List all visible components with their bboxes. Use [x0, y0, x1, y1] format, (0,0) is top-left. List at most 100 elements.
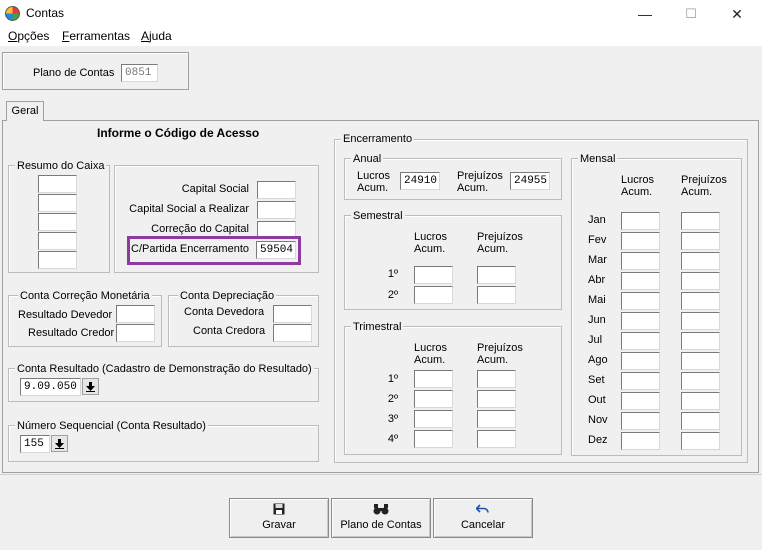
resumo-field-2[interactable] [38, 194, 77, 212]
mensal-prejuizos-label-2: Acum. [681, 186, 713, 198]
maximize-button[interactable]: ☐ [668, 0, 714, 28]
semestral-prejuizos-label-2: Acum. [477, 243, 509, 255]
trimestral-prejuizos-field-1[interactable] [477, 370, 516, 388]
anual-lucros-field[interactable]: 24910 [400, 172, 440, 190]
trimestral-prejuizos-field-2[interactable] [477, 390, 516, 408]
resultado-field[interactable]: 9.09.050 [20, 378, 81, 396]
resumo-field-1[interactable] [38, 175, 77, 193]
correcao-label: Conta Correção Monetária [18, 290, 152, 302]
resultado-devedor-field[interactable] [116, 305, 155, 323]
mensal-prejuizos-field[interactable] [681, 432, 720, 450]
conta-credora-field[interactable] [273, 324, 312, 342]
semestral-lucros-field-2[interactable] [414, 286, 453, 304]
mensal-lucros-field[interactable] [621, 212, 660, 230]
anual-prejuizos-field[interactable]: 24955 [510, 172, 550, 190]
mensal-lucros-field[interactable] [621, 332, 660, 350]
mensal-prejuizos-field[interactable] [681, 232, 720, 250]
mensal-prejuizos-field[interactable] [681, 292, 720, 310]
mensal-prejuizos-field[interactable] [681, 372, 720, 390]
capital-social-field[interactable] [257, 181, 296, 199]
trimestral-lucros-field-1[interactable] [414, 370, 453, 388]
gravar-label: Gravar [262, 519, 296, 531]
mensal-lucros-field[interactable] [621, 312, 660, 330]
anual-lucros-label-2: Acum. [357, 182, 389, 194]
cancelar-button[interactable]: Cancelar [433, 498, 533, 538]
semestral-lucros-field-1[interactable] [414, 266, 453, 284]
mensal-prejuizos-field[interactable] [681, 332, 720, 350]
close-button[interactable]: ✕ [714, 0, 760, 28]
anual-lucros-label-1: Lucros [357, 170, 391, 182]
trimestral-lucros-field-4[interactable] [414, 430, 453, 448]
floppy-disk-icon [230, 503, 328, 517]
resultado-credor-field[interactable] [116, 324, 155, 342]
trimestral-prejuizos-field-3[interactable] [477, 410, 516, 428]
semestral-lucros-label-2: Acum. [414, 243, 446, 255]
mensal-lucros-label-1: Lucros [621, 174, 655, 186]
mensal-prejuizos-field[interactable] [681, 352, 720, 370]
plano-panel: Plano de Contas 0851 [2, 52, 189, 90]
conta-devedora-label: Conta Devedora [184, 306, 265, 318]
trimestral-row-label: 2º [387, 393, 398, 405]
trimestral-lucros-label-1: Lucros [414, 342, 448, 354]
mensal-lucros-field[interactable] [621, 392, 660, 410]
plano-contas-button[interactable]: Plano de Contas [331, 498, 431, 538]
trimestral-row-label: 1º [387, 373, 398, 385]
conta-devedora-field[interactable] [273, 305, 312, 323]
resultado-dropdown-button[interactable] [82, 378, 99, 395]
mensal-prejuizos-field[interactable] [681, 252, 720, 270]
app-icon [5, 6, 20, 21]
trimestral-prejuizos-label-2: Acum. [477, 354, 509, 366]
mensal-prejuizos-field[interactable] [681, 312, 720, 330]
mensal-prejuizos-field[interactable] [681, 212, 720, 230]
gravar-button[interactable]: Gravar [229, 498, 329, 538]
mensal-prejuizos-field[interactable] [681, 392, 720, 410]
resumo-field-3[interactable] [38, 213, 77, 231]
mensal-lucros-field[interactable] [621, 372, 660, 390]
mensal-lucros-field[interactable] [621, 412, 660, 430]
plano-field[interactable]: 0851 [121, 64, 158, 82]
menu-ajuda[interactable]: Ajuda [141, 28, 172, 46]
semestral-prejuizos-label-1: Prejuízos [477, 231, 523, 243]
mensal-lucros-field[interactable] [621, 252, 660, 270]
tab-geral[interactable]: Geral [6, 101, 44, 121]
menu-opcoes[interactable]: Opções [8, 28, 49, 46]
mensal-lucros-field[interactable] [621, 232, 660, 250]
trimestral-label: Trimestral [351, 321, 404, 333]
sequencial-dropdown-button[interactable] [51, 435, 68, 452]
anual-prejuizos-label-1: Prejuízos [457, 170, 503, 182]
minimize-button[interactable]: — [622, 0, 668, 28]
trimestral-prejuizos-field-4[interactable] [477, 430, 516, 448]
mensal-month-label: Mai [588, 294, 606, 306]
trimestral-lucros-field-2[interactable] [414, 390, 453, 408]
mensal-month-label: Set [588, 374, 605, 386]
trimestral-lucros-field-3[interactable] [414, 410, 453, 428]
resumo-field-5[interactable] [38, 251, 77, 269]
capital-realizar-field[interactable] [257, 201, 296, 219]
mensal-lucros-field[interactable] [621, 432, 660, 450]
semestral-prejuizos-field-2[interactable] [477, 286, 516, 304]
resumo-field-4[interactable] [38, 232, 77, 250]
mensal-prejuizos-field[interactable] [681, 412, 720, 430]
mensal-lucros-field[interactable] [621, 352, 660, 370]
resumo-label: Resumo do Caixa [15, 160, 107, 172]
down-arrow-icon [55, 438, 64, 449]
sequencial-field[interactable]: 155 [20, 435, 50, 453]
mensal-month-label: Ago [588, 354, 608, 366]
mensal-month-label: Mar [588, 254, 607, 266]
semestral-row-label: 2º [387, 289, 398, 301]
mensal-lucros-field[interactable] [621, 272, 660, 290]
mensal-month-label: Abr [588, 274, 606, 286]
mensal-month-label: Fev [588, 234, 607, 246]
mensal-label: Mensal [578, 153, 618, 165]
mensal-prejuizos-field[interactable] [681, 272, 720, 290]
semestral-prejuizos-field-1[interactable] [477, 266, 516, 284]
trimestral-lucros-label-2: Acum. [414, 354, 446, 366]
resultado-credor-label: Resultado Credor [28, 327, 115, 339]
cpartida-field[interactable]: 59504 [256, 241, 296, 259]
semestral-lucros-label-1: Lucros [414, 231, 448, 243]
menu-ferramentas[interactable]: Ferramentas [62, 28, 130, 46]
plano-label: Plano de Contas [33, 67, 115, 79]
capital-realizar-label: Capital Social a Realizar [129, 203, 249, 215]
capital-social-label: Capital Social [181, 183, 249, 195]
mensal-lucros-field[interactable] [621, 292, 660, 310]
